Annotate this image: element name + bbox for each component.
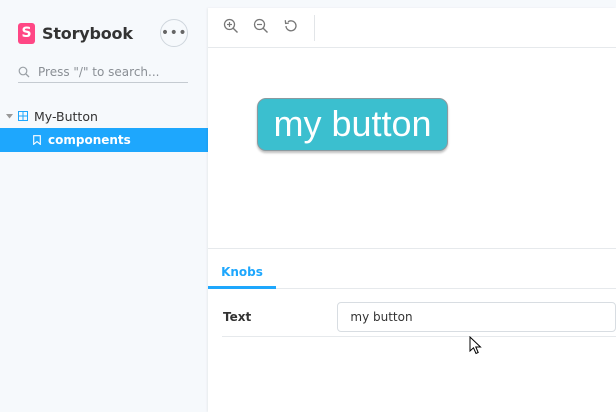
knob-label: Text [223, 309, 252, 324]
zoom-in-button[interactable] [216, 13, 246, 43]
search-icon [18, 65, 32, 79]
storybook-logo-icon: S [18, 22, 35, 44]
search-input[interactable] [38, 64, 178, 79]
tree-item-components[interactable]: components [0, 128, 208, 152]
tree-item-label: My-Button [34, 108, 98, 124]
toolbar [208, 8, 616, 48]
knob-text-input[interactable] [337, 301, 616, 332]
component-icon [18, 111, 28, 121]
addons-tabs: Knobs [208, 257, 616, 289]
addons-panel: Knobs Text [208, 248, 616, 412]
tree-item-label: components [48, 133, 131, 147]
zoom-out-button[interactable] [246, 13, 276, 43]
brand-name: Storybook [42, 23, 133, 43]
zoom-in-icon [223, 18, 239, 38]
zoom-out-icon [253, 18, 269, 38]
tree-item-my-button[interactable]: My-Button [0, 106, 208, 126]
bookmark-icon [33, 135, 41, 145]
knob-row: Text [222, 297, 616, 337]
demo-button[interactable]: my button [257, 98, 448, 151]
tab-knobs[interactable]: Knobs [208, 257, 276, 289]
main-panel: my button Knobs Text [208, 8, 616, 412]
toolbar-divider [314, 14, 315, 41]
brand[interactable]: S Storybook [18, 20, 133, 46]
more-icon: ••• [160, 25, 188, 41]
reset-zoom-button[interactable] [276, 13, 306, 43]
search-bar[interactable] [18, 61, 188, 83]
mouse-cursor-icon [469, 335, 483, 356]
sidebar: S Storybook ••• My-Button components [0, 0, 208, 412]
preview-canvas: my button [208, 49, 616, 248]
caret-down-icon[interactable] [6, 112, 14, 121]
sidebar-menu-button[interactable]: ••• [160, 19, 188, 47]
reset-zoom-icon [283, 18, 299, 38]
